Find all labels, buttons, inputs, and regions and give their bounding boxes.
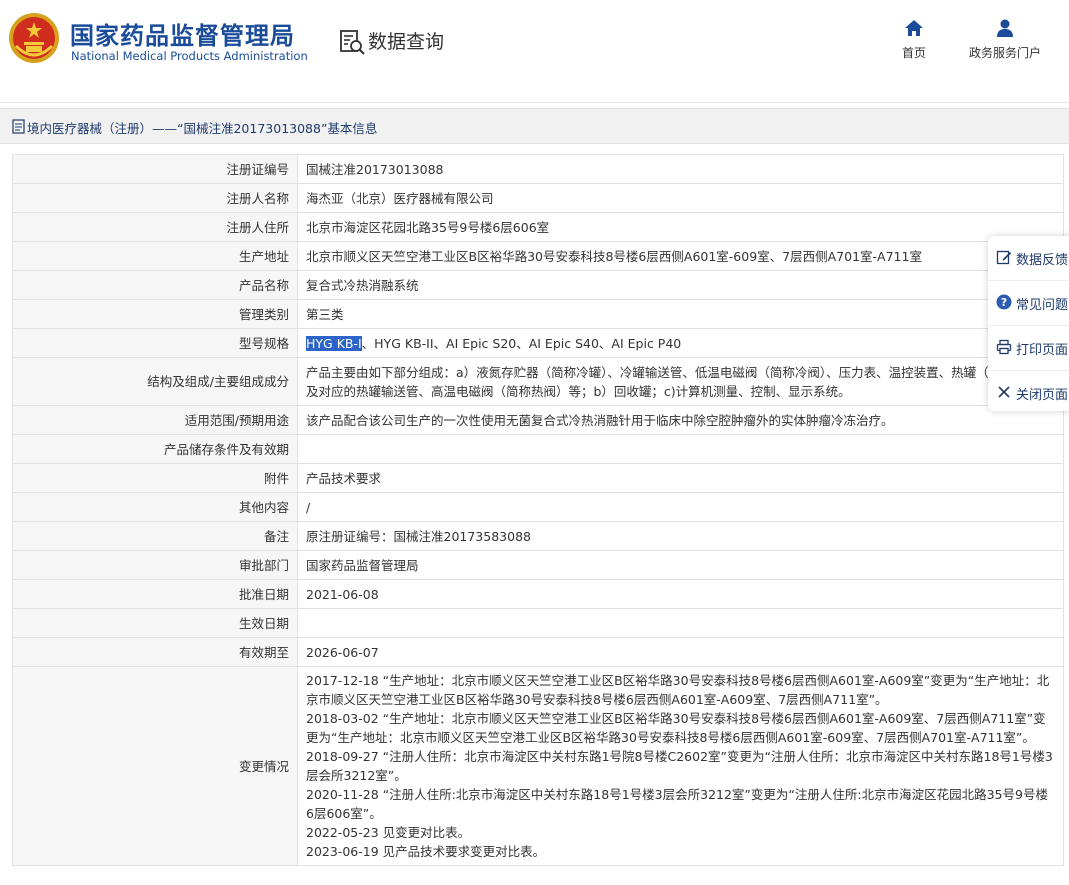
faq-label: 常见问题: [1016, 298, 1069, 313]
field-label: 结构及组成/主要组成成分: [12, 357, 298, 406]
table-row: 结构及组成/主要组成成分 产品主要由如下部分组成：a）液氮存贮器（简称冷罐）、冷…: [12, 357, 1064, 406]
field-value: 产品主要由如下部分组成：a）液氮存贮器（简称冷罐）、冷罐输送管、低温电磁阀（简称…: [297, 357, 1064, 406]
field-label: 审批部门: [12, 550, 298, 580]
field-value: 原注册证编号：国械注准20173583088: [297, 521, 1064, 551]
edit-icon: [996, 250, 1012, 265]
table-row: 有效期至 2026-06-07: [12, 637, 1064, 667]
nav-portal-label: 政务服务门户: [968, 46, 1041, 60]
field-value: 海杰亚（北京）医疗器械有限公司: [297, 183, 1064, 213]
floating-toolbar: 数据反馈 ? 常见问题 打印页面 关闭页面: [988, 236, 1069, 411]
field-label: 产品储存条件及有效期: [12, 434, 298, 464]
site-subtitle: National Medical Products Administration: [71, 49, 308, 63]
field-label: 批准日期: [12, 579, 298, 609]
field-label: 变更情况: [12, 666, 298, 866]
table-row: 注册人住所 北京市海淀区花园北路35号9号楼6层606室: [12, 212, 1064, 242]
table-row: 注册人名称 海杰亚（北京）医疗器械有限公司: [12, 183, 1064, 213]
table-row: 其他内容 /: [12, 492, 1064, 522]
nav-service-portal[interactable]: 政务服务门户: [960, 18, 1050, 61]
table-row: 审批部门 国家药品监督管理局: [12, 550, 1064, 580]
registration-info-table: 注册证编号 国械注准20173013088 注册人名称 海杰亚（北京）医疗器械有…: [12, 154, 1064, 866]
field-label: 型号规格: [12, 328, 298, 358]
table-row: 批准日期 2021-06-08: [12, 579, 1064, 609]
field-label: 产品名称: [12, 270, 298, 300]
header-divider: [0, 102, 1069, 103]
field-label: 注册人住所: [12, 212, 298, 242]
field-value: 复合式冷热消融系统: [297, 270, 1064, 300]
table-row-changes: 变更情况 2017-12-18 “生产地址：北京市顺义区天竺空港工业区B区裕华路…: [12, 666, 1064, 866]
field-label: 注册证编号: [12, 154, 298, 184]
svg-text:?: ?: [1001, 296, 1007, 309]
nav-home[interactable]: 首页: [892, 18, 936, 61]
field-value: 产品技术要求: [297, 463, 1064, 493]
feedback-button[interactable]: 数据反馈: [988, 236, 1069, 280]
change-entry: 2017-12-18 “生产地址：北京市顺义区天竺空港工业区B区裕华路30号安泰…: [306, 673, 1050, 707]
print-label: 打印页面: [1016, 343, 1069, 358]
change-entry: 2023-06-19 见产品技术要求变更对比表。: [306, 844, 546, 859]
section-title: 数据查询: [368, 31, 445, 53]
field-value-rest: 、HYG KB-II、AI Epic S20、AI Epic S40、AI Ep…: [361, 335, 682, 351]
close-icon: [998, 386, 1010, 398]
field-label: 附件: [12, 463, 298, 493]
table-row: 生效日期: [12, 608, 1064, 638]
home-icon: [905, 20, 923, 36]
field-label: 生效日期: [12, 608, 298, 638]
table-row: 产品储存条件及有效期: [12, 434, 1064, 464]
table-row: 生产地址 北京市顺义区天竺空港工业区B区裕华路30号安泰科技8号楼6层西侧A60…: [12, 241, 1064, 271]
field-value: HYG KB-I、HYG KB-II、AI Epic S20、AI Epic S…: [297, 328, 1064, 358]
user-icon: [997, 19, 1013, 37]
selected-text[interactable]: HYG KB-I: [306, 335, 362, 351]
field-label: 备注: [12, 521, 298, 551]
field-label: 其他内容: [12, 492, 298, 522]
faq-button[interactable]: ? 常见问题: [988, 281, 1069, 325]
field-value: 北京市顺义区天竺空港工业区B区裕华路30号安泰科技8号楼6层西侧A601室-60…: [297, 241, 1064, 271]
change-entry: 2018-03-02 “生产地址：北京市顺义区天竺空港工业区B区裕华路30号安泰…: [306, 711, 1046, 745]
change-history: 2017-12-18 “生产地址：北京市顺义区天竺空港工业区B区裕华路30号安泰…: [297, 666, 1064, 866]
feedback-label: 数据反馈: [1016, 253, 1069, 268]
field-label: 管理类别: [12, 299, 298, 329]
change-entry: 2020-11-28 “注册人住所:北京市海淀区中关村东路18号1号楼3层会所3…: [306, 787, 1048, 821]
site-header: 国家药品监督管理局 National Medical Products Admi…: [0, 0, 1069, 80]
field-value: 国械注准20173013088: [297, 154, 1064, 184]
close-page-button[interactable]: 关闭页面: [988, 371, 1069, 415]
close-page-label: 关闭页面: [1016, 388, 1069, 403]
table-row: 备注 原注册证编号：国械注准20173583088: [12, 521, 1064, 551]
field-value: [297, 608, 1064, 638]
national-emblem-icon: [9, 13, 59, 63]
print-icon: [996, 339, 1012, 355]
breadcrumb: 境内医疗器械（注册）——“国械注准20173013088”基本信息: [0, 108, 1069, 144]
field-value: 2021-06-08: [297, 579, 1064, 609]
table-row: 附件 产品技术要求: [12, 463, 1064, 493]
field-label: 注册人名称: [12, 183, 298, 213]
breadcrumb-text: 境内医疗器械（注册）——“国械注准20173013088”基本信息: [27, 121, 378, 136]
nav-home-label: 首页: [901, 46, 926, 60]
field-value: 2026-06-07: [297, 637, 1064, 667]
field-value: 该产品配合该公司生产的一次性使用无菌复合式冷热消融针用于临床中除空腔肿瘤外的实体…: [297, 405, 1064, 435]
table-row: 产品名称 复合式冷热消融系统: [12, 270, 1064, 300]
site-title: 国家药品监督管理局: [70, 22, 295, 50]
table-row: 管理类别 第三类: [12, 299, 1064, 329]
table-row: 型号规格 HYG KB-I、HYG KB-II、AI Epic S20、AI E…: [12, 328, 1064, 358]
field-value: 北京市海淀区花园北路35号9号楼6层606室: [297, 212, 1064, 242]
field-value: /: [297, 492, 1064, 522]
table-row: 适用范围/预期用途 该产品配合该公司生产的一次性使用无菌复合式冷热消融针用于临床…: [12, 405, 1064, 435]
change-entry: 2022-05-23 见变更对比表。: [306, 825, 471, 840]
field-label: 适用范围/预期用途: [12, 405, 298, 435]
print-button[interactable]: 打印页面: [988, 326, 1069, 370]
question-icon: ?: [996, 294, 1012, 310]
field-value: 国家药品监督管理局: [297, 550, 1064, 580]
table-row: 注册证编号 国械注准20173013088: [12, 154, 1064, 184]
field-value: [297, 434, 1064, 464]
data-query-icon: [340, 30, 365, 55]
field-label: 生产地址: [12, 241, 298, 271]
document-icon: [12, 119, 25, 134]
field-label: 有效期至: [12, 637, 298, 667]
field-value: 第三类: [297, 299, 1064, 329]
change-entry: 2018-09-27 “注册人住所：北京市海淀区中关村东路1号院8号楼C2602…: [306, 749, 1053, 783]
